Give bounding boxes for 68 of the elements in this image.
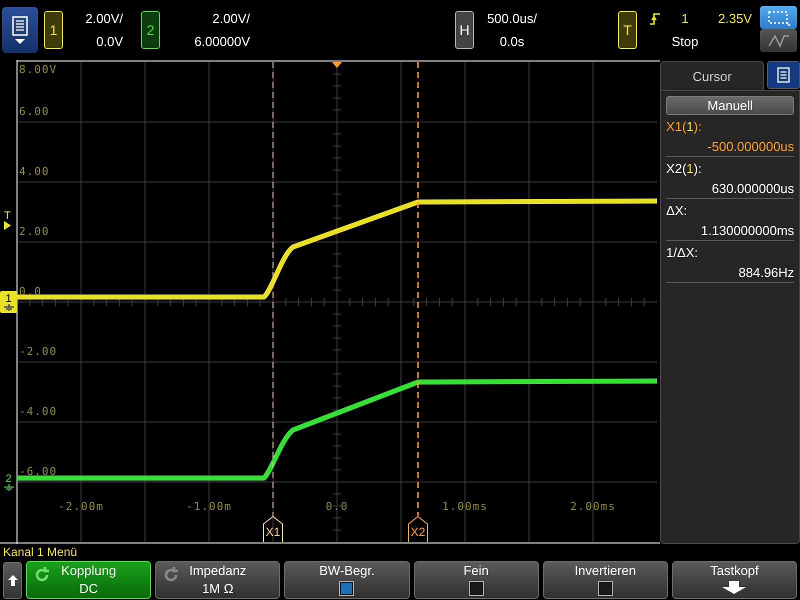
trigger-position-icon xyxy=(332,62,342,68)
readout-value: 884.96Hz xyxy=(738,265,794,280)
rising-edge-icon xyxy=(649,12,661,26)
checkbox[interactable] xyxy=(339,581,354,596)
time-label: -1.00m xyxy=(186,500,232,513)
mode-button[interactable]: Manuell xyxy=(666,96,794,115)
ground-icon xyxy=(4,304,14,310)
channel-offset: 6.00000V xyxy=(194,34,250,49)
softkey[interactable]: Tastkopf xyxy=(672,561,798,599)
waveform-icon xyxy=(766,32,790,48)
voltage-label: -4.00 xyxy=(19,405,58,418)
readout-label: X2(1): xyxy=(666,161,703,176)
voltage-label: 2.00 xyxy=(19,225,50,238)
up-arrow-icon xyxy=(8,574,18,586)
voltage-label: 8.00V xyxy=(19,63,58,76)
cursor-tab[interactable]: Cursor xyxy=(660,61,764,91)
checkbox[interactable] xyxy=(598,581,613,596)
checkbox[interactable] xyxy=(468,581,484,596)
zoom-box-button[interactable] xyxy=(760,6,797,29)
menu-icon xyxy=(777,67,790,83)
softkey[interactable]: Fein xyxy=(414,561,539,599)
trigger-level: 2.35V xyxy=(718,11,752,26)
back-button[interactable] xyxy=(3,562,22,598)
trigger-key[interactable]: T xyxy=(618,11,637,49)
cursor-line[interactable] xyxy=(272,62,274,516)
channel-scale: 2.00V/ xyxy=(85,11,123,26)
voltage-label: 0.0 xyxy=(19,285,42,298)
softkey[interactable]: Kopplung DC xyxy=(26,561,152,599)
down-arrow-icon xyxy=(722,581,746,594)
main-menu-button[interactable] xyxy=(2,7,38,53)
menu-icon xyxy=(12,16,28,36)
time-label: -2.00m xyxy=(58,500,104,513)
time-label: 1.00ms xyxy=(442,500,488,513)
ground-icon xyxy=(4,484,14,490)
channel-key[interactable]: 2 xyxy=(141,11,160,49)
panel-menu-button[interactable] xyxy=(767,61,800,89)
cursor-line[interactable] xyxy=(417,62,419,516)
rotate-icon xyxy=(33,566,51,584)
readout-value: 630.000000us xyxy=(712,181,794,196)
channel-key[interactable]: 1 xyxy=(44,11,63,49)
horizontal-key[interactable]: H xyxy=(455,11,474,49)
ground-marker[interactable]: 1 xyxy=(0,291,17,313)
channel-offset: 0.0V xyxy=(96,34,123,49)
readout-label: ΔX: xyxy=(666,203,688,218)
rotate-icon xyxy=(162,566,180,584)
readout-label: X1(1): xyxy=(666,119,703,134)
dashed-box-icon xyxy=(766,10,790,26)
voltage-label: 4.00 xyxy=(19,165,50,178)
voltage-label: -6.00 xyxy=(19,465,58,478)
voltage-label: 6.00 xyxy=(19,105,50,118)
softkey[interactable]: Invertieren xyxy=(542,561,668,599)
readout-label: 1/ΔX: xyxy=(666,245,699,260)
caret-icon xyxy=(15,39,25,44)
time-label: 0.0 xyxy=(326,500,348,513)
time-label: 2.00ms xyxy=(570,500,616,513)
time-scale: 500.0us/ xyxy=(487,11,537,26)
time-delay: 0.0s xyxy=(500,34,524,49)
voltage-label: -2.00 xyxy=(19,345,58,358)
menu-title: Kanal 1 Menü xyxy=(3,545,78,559)
channel-scale: 2.00V/ xyxy=(212,11,250,26)
ground-marker[interactable]: 2 xyxy=(0,471,17,493)
softkey[interactable]: BW-Begr. xyxy=(284,561,410,599)
trigger-source: 1 xyxy=(681,11,689,26)
waveform-button[interactable] xyxy=(760,29,797,52)
softkey[interactable]: Impedanz 1M Ω xyxy=(155,561,280,599)
acquisition-status: Stop xyxy=(672,34,698,49)
readout-value: 1.130000000ms xyxy=(700,223,794,238)
readout-value: -500.000000us xyxy=(707,139,794,154)
